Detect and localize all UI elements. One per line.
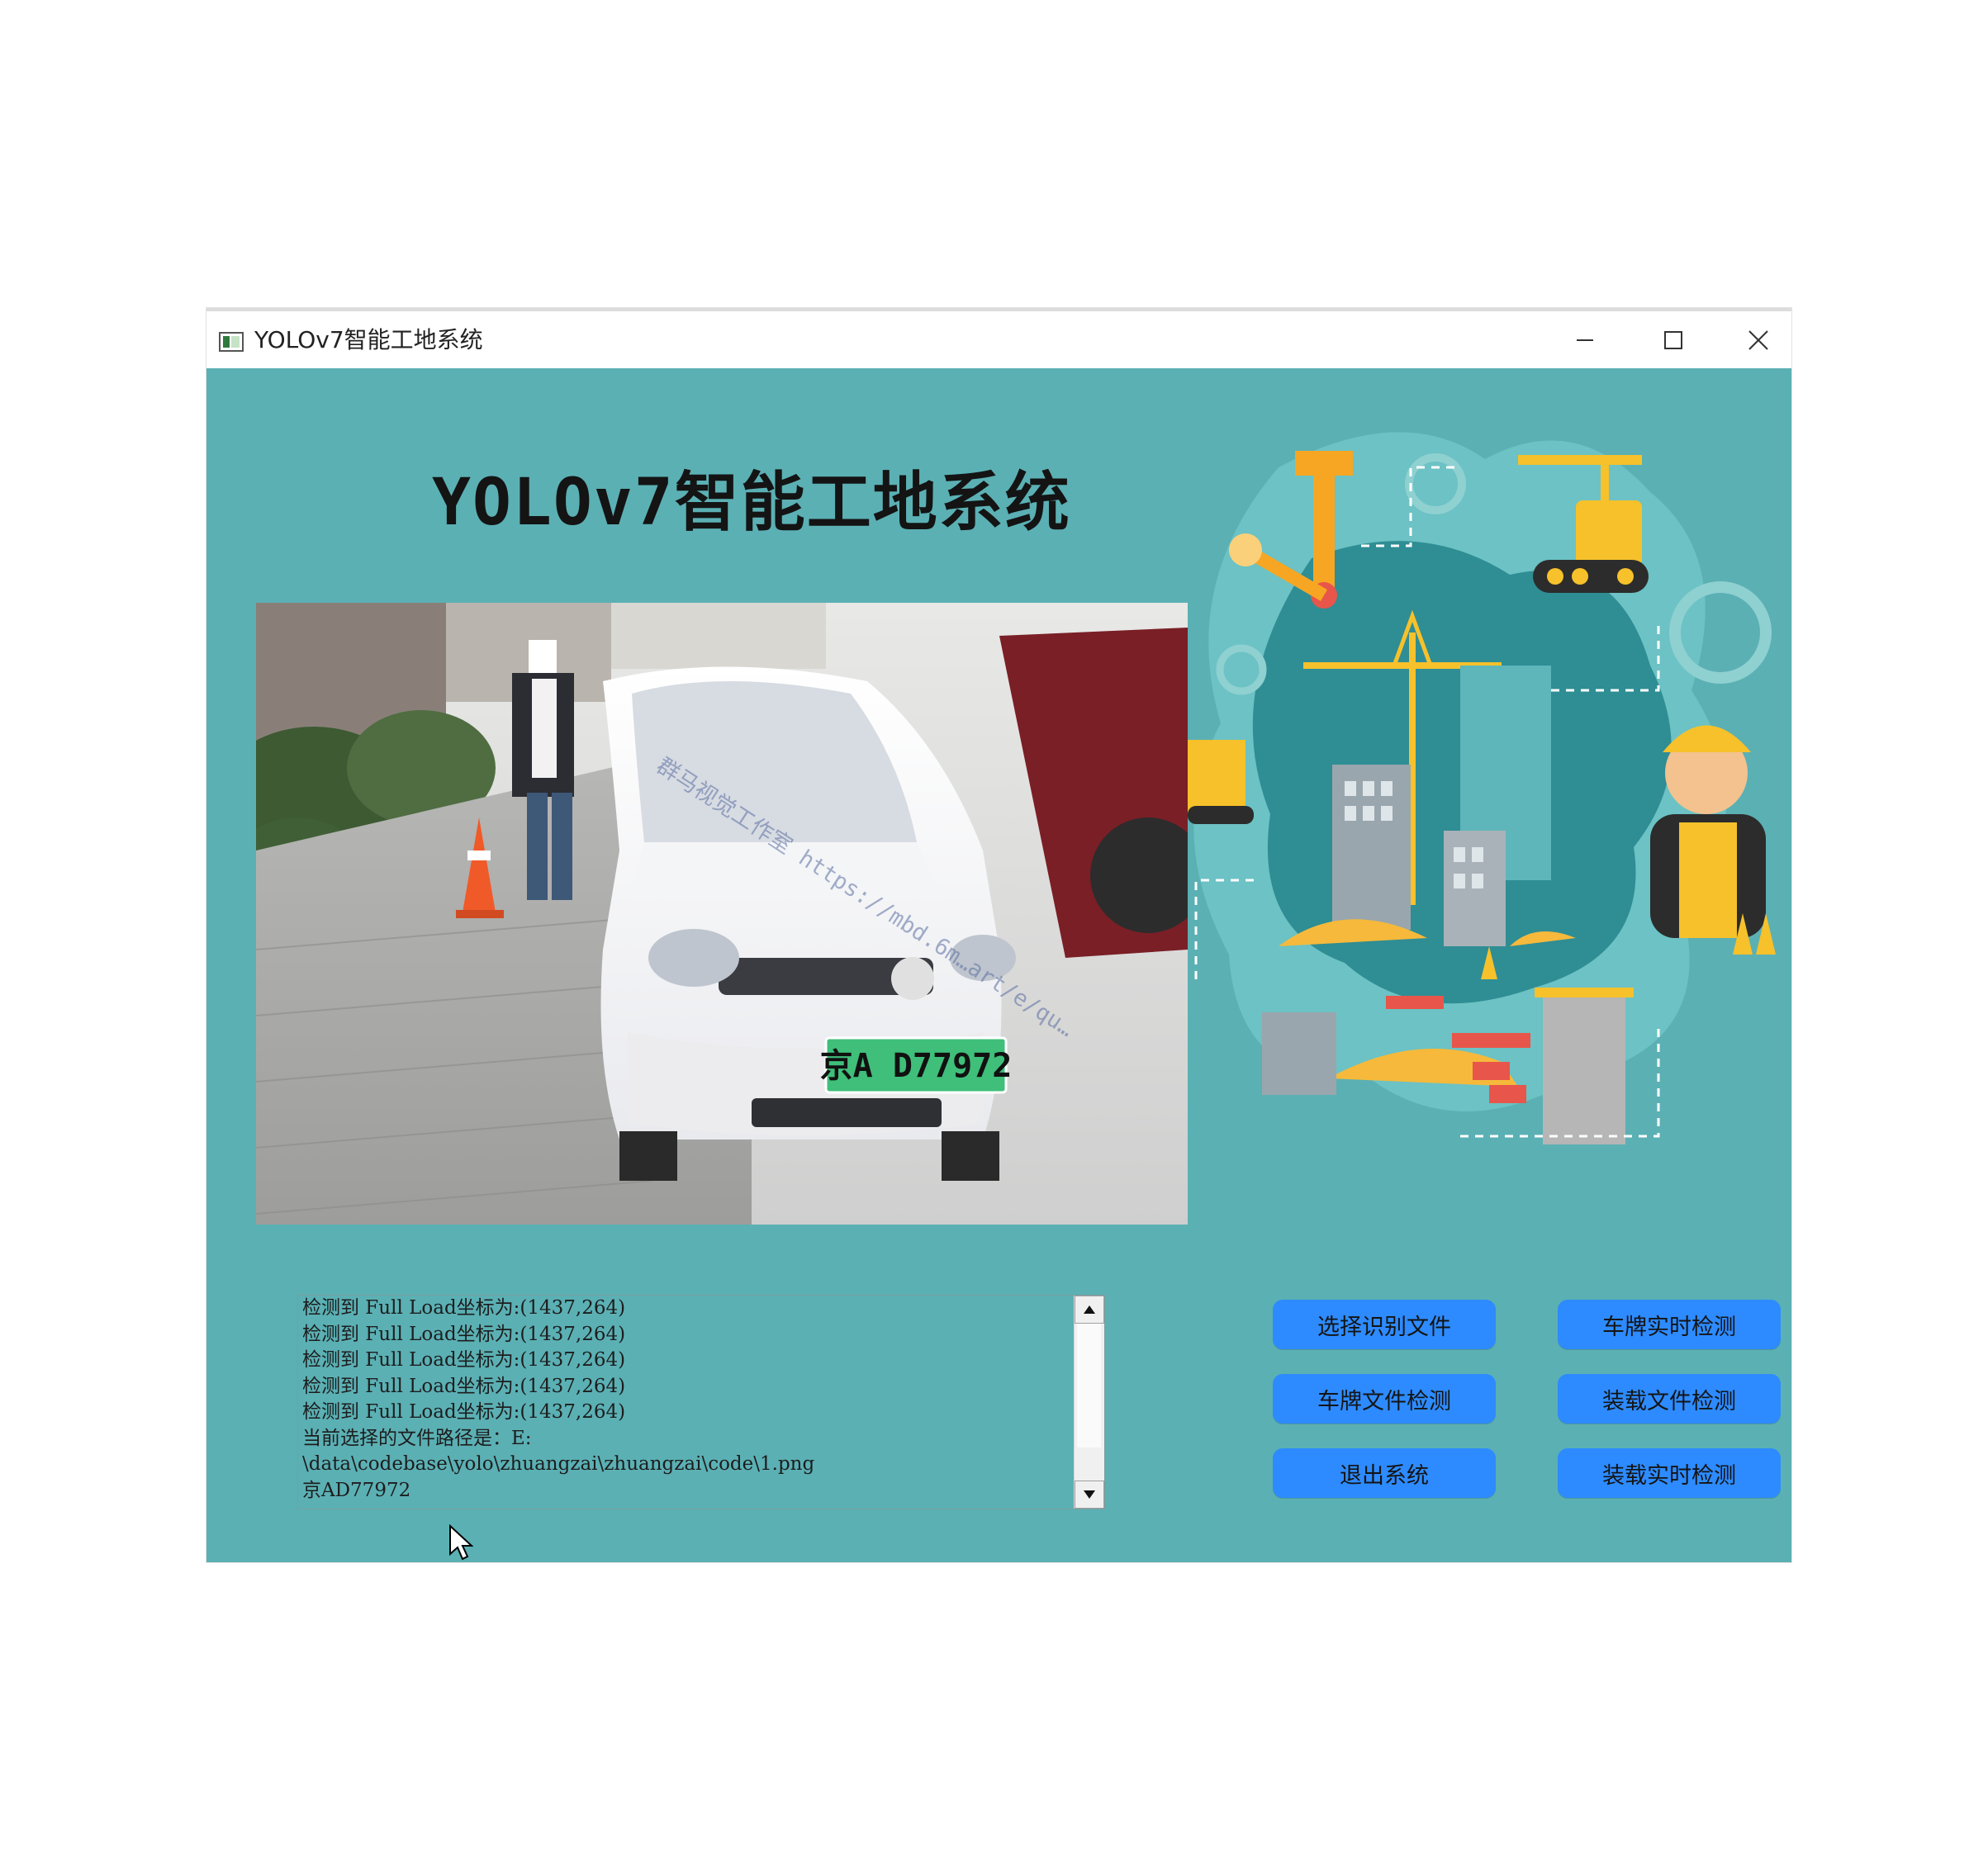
title-bar[interactable]: YOLOv7智能工地系统 (206, 311, 1791, 368)
maximize-icon (1664, 331, 1682, 349)
load-realtime-button[interactable]: 装载实时检测 (1558, 1448, 1781, 1498)
scroll-down-button[interactable] (1075, 1481, 1104, 1509)
scroll-up-icon (1084, 1305, 1095, 1314)
log-line: 检测到 Full Load坐标为:(1437,264) (302, 1375, 626, 1397)
detection-image: 京A D77972 (256, 603, 1188, 1225)
scroll-up-button[interactable] (1075, 1296, 1104, 1324)
exit-button[interactable]: 退出系统 (1273, 1448, 1496, 1498)
log-line: 京AD77972 (302, 1479, 411, 1501)
log-scrollbar[interactable] (1074, 1296, 1104, 1509)
log-lines: 检测到 Full Load坐标为:(1437,264) 检测到 Full Loa… (302, 1296, 1062, 1504)
window-title: YOLOv7智能工地系统 (254, 326, 483, 353)
scroll-down-icon (1084, 1490, 1095, 1499)
minimize-icon (1577, 339, 1593, 341)
log-line: \data\codebase\yolo\zhuangzai\zhuangzai\… (302, 1453, 815, 1475)
plate-file-button[interactable]: 车牌文件检测 (1273, 1374, 1496, 1424)
app-window-icon (219, 332, 244, 352)
page-title: YOLOv7智能工地系统 (432, 466, 1071, 540)
close-button[interactable] (1725, 320, 1791, 361)
main-panel: YOLOv7智能工地系统 京A D77972 检测到 Full Load坐标为:… (206, 368, 1791, 1562)
log-line: 当前选择的文件路径是：E: (302, 1427, 532, 1449)
select-file-button[interactable]: 选择识别文件 (1273, 1300, 1496, 1349)
log-line: 检测到 Full Load坐标为:(1437,264) (302, 1401, 626, 1423)
mouse-cursor-icon (449, 1524, 473, 1561)
plate-text: 京A D77972 (820, 1047, 1013, 1085)
load-file-button[interactable]: 装载文件检测 (1558, 1374, 1781, 1424)
scroll-thumb[interactable] (1077, 1324, 1101, 1447)
log-line: 检测到 Full Load坐标为:(1437,264) (302, 1349, 626, 1371)
close-icon (1748, 330, 1768, 350)
log-output[interactable]: 检测到 Full Load坐标为:(1437,264) 检测到 Full Loa… (297, 1295, 1105, 1509)
maximize-button[interactable] (1640, 320, 1706, 361)
construction-illustration (1188, 418, 1782, 1161)
app-window: YOLOv7智能工地系统 YOLOv7智能工地系统 京A D77972 检测到 … (206, 308, 1791, 1562)
log-line: 检测到 Full Load坐标为:(1437,264) (302, 1297, 626, 1319)
log-line: 检测到 Full Load坐标为:(1437,264) (302, 1323, 626, 1345)
minimize-button[interactable] (1552, 320, 1618, 361)
plate-realtime-button[interactable]: 车牌实时检测 (1558, 1300, 1781, 1349)
